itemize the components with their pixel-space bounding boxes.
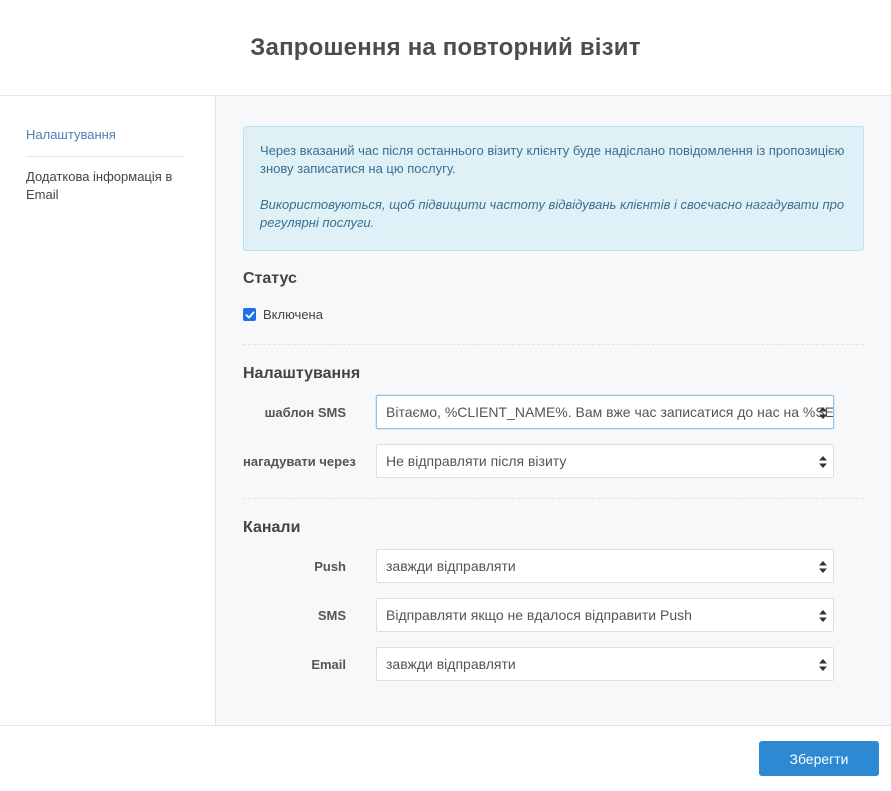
email-value: завжди відправляти	[386, 656, 516, 672]
remind-label: нагадувати через	[243, 453, 356, 469]
select-arrows-icon	[819, 610, 827, 622]
push-row: Push завжди відправляти	[243, 549, 864, 583]
status-enabled-row[interactable]: Включена	[243, 307, 864, 322]
select-arrows-icon	[819, 561, 827, 573]
modal-header: Запрошення на повторний візит	[0, 0, 891, 96]
sidebar-item-settings[interactable]: Налаштування	[26, 126, 184, 157]
modal-footer: Зберегти	[0, 725, 891, 791]
email-label: Email	[311, 656, 346, 672]
sidebar: Налаштування Додаткова інформація в Emai…	[0, 96, 216, 726]
enabled-checkbox[interactable]	[243, 308, 256, 321]
sms-row: SMS Відправляти якщо не вдалося відправи…	[243, 598, 864, 632]
channels-section-title: Канали	[243, 519, 301, 536]
select-arrows-icon	[819, 659, 827, 671]
checkmark-icon	[245, 311, 254, 318]
remind-value: Не відправляти після візиту	[386, 453, 567, 469]
settings-section-title: Налаштування	[243, 365, 361, 382]
sms-template-label: шаблон SMS	[264, 404, 346, 420]
push-select[interactable]: завжди відправляти	[376, 549, 834, 583]
push-value: завжди відправляти	[386, 558, 516, 574]
sms-value: Відправляти якщо не вдалося відправити P…	[386, 607, 692, 623]
remind-row: нагадувати через Не відправляти після ві…	[243, 444, 864, 478]
enabled-label: Включена	[263, 307, 323, 322]
sms-label: SMS	[317, 607, 346, 623]
push-label: Push	[314, 558, 346, 574]
select-arrows-icon	[819, 407, 827, 419]
remind-select[interactable]: Не відправляти після візиту	[376, 444, 834, 478]
select-arrows-icon	[819, 456, 827, 468]
sms-select[interactable]: Відправляти якщо не вдалося відправити P…	[376, 598, 834, 632]
info-text-italic: Використовуються, щоб підвищити частоту …	[260, 197, 845, 230]
email-select[interactable]: завжди відправляти	[376, 647, 834, 681]
email-row: Email завжди відправляти	[243, 647, 864, 681]
status-section-title: Статус	[243, 270, 297, 287]
section-divider	[243, 498, 864, 499]
sms-template-row: шаблон SMS Вітаємо, %CLIENT_NAME%. Вам в…	[243, 395, 864, 429]
section-divider	[243, 344, 864, 345]
sms-template-value: Вітаємо, %CLIENT_NAME%. Вам вже час запи…	[386, 404, 834, 420]
main-content: Через вказаний час після останнього візи…	[216, 96, 891, 726]
sidebar-item-email-info[interactable]: Додаткова інформація в Email	[26, 168, 183, 204]
info-alert: Через вказаний час після останнього візи…	[243, 126, 864, 251]
page-title: Запрошення на повторний візит	[250, 33, 641, 61]
sms-template-select[interactable]: Вітаємо, %CLIENT_NAME%. Вам вже час запи…	[376, 395, 834, 429]
save-button[interactable]: Зберегти	[759, 741, 879, 776]
info-text: Через вказаний час після останнього візи…	[260, 143, 845, 176]
